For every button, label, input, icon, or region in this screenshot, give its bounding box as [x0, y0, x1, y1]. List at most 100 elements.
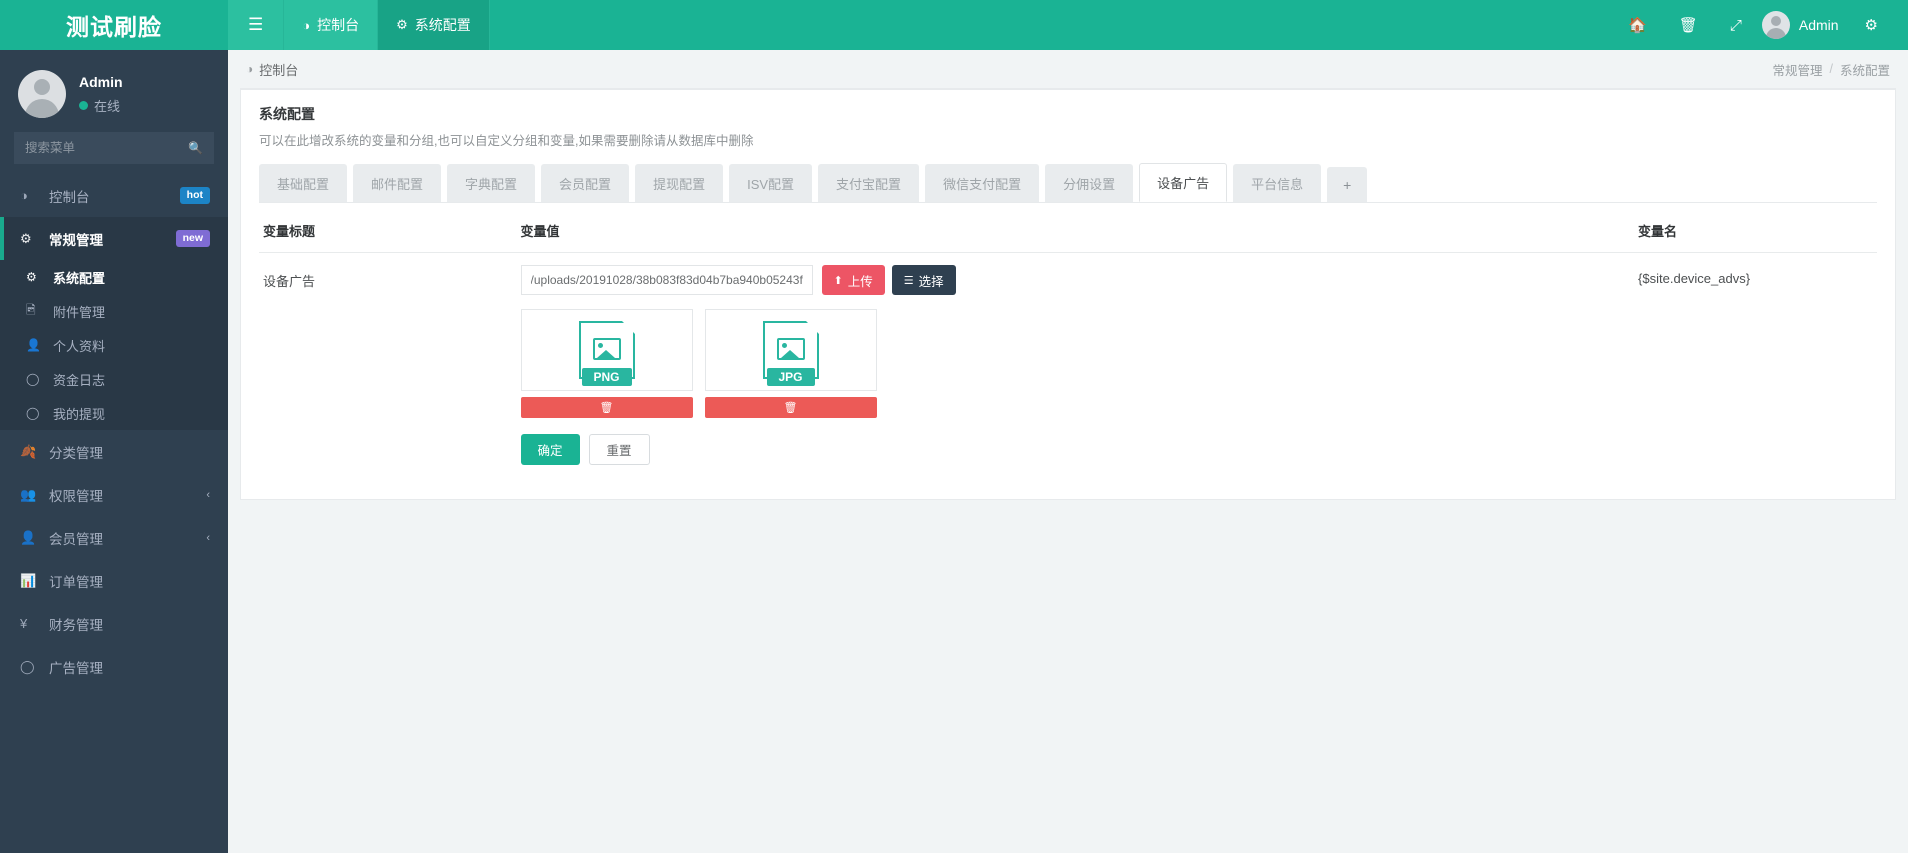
bar-chart-icon: 📊 [20, 572, 37, 588]
reset-button[interactable]: 重置 [588, 434, 650, 465]
sidebar-item-category-management[interactable]: 🍂 分类管理 [0, 430, 228, 473]
list-item: JPG 🗑 [704, 309, 877, 418]
confirm-button[interactable]: 确定 [520, 434, 580, 465]
sidebar-subitem-my-withdraw-label: 我的提现 [53, 406, 106, 422]
sidebar-item-general-management[interactable]: ⚙ 常规管理 new [0, 217, 228, 260]
sidebar-subitem-fund-log-label: 资金日志 [53, 372, 106, 388]
tab-dict-config[interactable]: 字典配置 [447, 164, 536, 202]
cell-var-title: 设备广告 [259, 253, 517, 500]
leaf-icon: 🍂 [20, 443, 37, 459]
sidebar-item-ad-management[interactable]: ◯ 广告管理 [0, 645, 228, 688]
dashboard-icon: ◑ [20, 188, 28, 203]
tab-withdraw-config[interactable]: 提现配置 [635, 164, 724, 202]
column-header-var-title: 变量标题 [259, 211, 517, 253]
home-icon[interactable]: 🏠 [1612, 0, 1663, 50]
upload-icon: ⬆ [833, 274, 843, 287]
upload-button-label: 上传 [847, 274, 873, 289]
sidebar-item-finance-management[interactable]: ¥ 财务管理 [0, 602, 228, 645]
sidebar-subitem-attachment[interactable]: 🖻 附件管理 [0, 294, 228, 328]
top-nav-tab-system-config[interactable]: ⚙ 系统配置 [378, 0, 490, 50]
config-table: 变量标题 变量值 变量名 设备广告 /uploads/20191028/38b0… [259, 211, 1877, 499]
circle-icon: ◯ [20, 658, 35, 674]
picture-glyph-icon [592, 338, 621, 360]
file-preview-card-png[interactable]: PNG [520, 309, 693, 391]
delete-file-button-jpg[interactable]: 🗑 [704, 397, 877, 418]
sidebar-item-finance-management-label: 财务管理 [49, 617, 103, 633]
var-name-label: {$site.device_advs} [1638, 271, 1751, 286]
sidebar-item-ad-management-label: 广告管理 [49, 660, 103, 676]
sidebar-menu: ◑ 控制台 hot ⚙ 常规管理 new ⚙ 系统配置 🖻 附件管理 👤 个人资… [0, 174, 228, 688]
breadcrumb-current-label: 系统配置 [1839, 63, 1890, 78]
upload-button[interactable]: ⬆ 上传 [821, 265, 885, 295]
user-menu[interactable]: Admin [1758, 11, 1849, 39]
gears-icon[interactable]: ⚙ [1849, 0, 1894, 50]
users-icon: 👥 [20, 486, 37, 502]
circle-icon: ◯ [26, 372, 40, 386]
file-type-badge: JPG [766, 368, 815, 386]
file-preview-card-jpg[interactable]: JPG [704, 309, 877, 391]
online-dot-icon [79, 101, 88, 110]
sidebar-subitem-profile[interactable]: 👤 个人资料 [0, 328, 228, 362]
system-config-panel: 系统配置 可以在此增改系统的变量和分组,也可以自定义分组和变量,如果需要删除请从… [240, 88, 1896, 500]
badge-new: new [175, 229, 210, 248]
breadcrumb-separator: / [1829, 62, 1833, 76]
sidebar-profile-info: Admin 在线 [79, 70, 123, 115]
table-body: 设备广告 ⬆ 上传 ☰ 选择 [259, 253, 1877, 500]
user-name-label: Admin [1798, 17, 1839, 33]
main-content: ◑ 控制台 常规管理 / 系统配置 系统配置 可以在此增改系统的变量和分组,也可… [228, 50, 1908, 853]
select-button-label: 选择 [918, 274, 944, 289]
chevron-left-icon: ‹ [206, 531, 210, 544]
sidebar-submenu-general: ⚙ 系统配置 🖻 附件管理 👤 个人资料 ◯ 资金日志 ◯ 我的提现 [0, 260, 228, 430]
sidebar-subitem-system-config-label: 系统配置 [53, 270, 106, 286]
id-card-icon: 👤 [20, 529, 37, 545]
sidebar: Admin 在线 🔍 ◑ 控制台 hot ⚙ 常规管理 new ⚙ 系统配置 [0, 50, 228, 853]
select-button[interactable]: ☰ 选择 [891, 265, 956, 295]
tab-mail-config[interactable]: 邮件配置 [353, 164, 442, 202]
avatar [1761, 11, 1790, 39]
tab-wechat-pay-config[interactable]: 微信支付配置 [925, 164, 1040, 202]
file-image-icon: 🖻 [26, 302, 36, 317]
sidebar-user-status: 在线 [79, 96, 123, 115]
breadcrumb-right: 常规管理 / 系统配置 [1772, 60, 1890, 79]
tab-basic-config[interactable]: 基础配置 [259, 164, 348, 202]
trash-icon[interactable]: 🗑 [1663, 0, 1714, 50]
tab-member-config[interactable]: 会员配置 [541, 164, 630, 202]
sidebar-item-console-label: 控制台 [49, 189, 90, 205]
sidebar-item-console[interactable]: ◑ 控制台 hot [0, 174, 228, 217]
search-input[interactable] [25, 141, 189, 155]
delete-file-button-png[interactable]: 🗑 [520, 397, 693, 418]
config-table-area: 变量标题 变量值 变量名 设备广告 /uploads/20191028/38b0… [241, 203, 1895, 499]
tab-commission-config[interactable]: 分佣设置 [1045, 164, 1134, 202]
app-logo-text: 测试刷脸 [66, 14, 162, 40]
sidebar-item-permission-management[interactable]: 👥 权限管理 ‹ [0, 473, 228, 516]
tab-alipay-config[interactable]: 支付宝配置 [818, 164, 920, 202]
avatar [18, 70, 66, 118]
sidebar-item-member-management[interactable]: 👤 会员管理 ‹ [0, 516, 228, 559]
sidebar-search-wrapper: 🔍 [0, 132, 228, 174]
list-item: PNG 🗑 [520, 309, 693, 418]
sidebar-toggle-button[interactable]: ☰ [228, 0, 285, 50]
breadcrumb: ◑ 控制台 常规管理 / 系统配置 [228, 50, 1908, 88]
cell-var-name: {$site.device_advs} [1634, 253, 1877, 500]
top-nav-left: ☰ ◑ 控制台 ⚙ 系统配置 [228, 0, 490, 50]
breadcrumb-left-label[interactable]: 控制台 [259, 60, 298, 79]
tab-add-button[interactable]: + [1327, 167, 1368, 202]
device-ads-path-input[interactable] [520, 265, 813, 295]
picture-glyph-icon [776, 338, 805, 360]
fullscreen-icon[interactable]: ⤢ [1714, 0, 1758, 50]
top-nav-tab-console[interactable]: ◑ 控制台 [284, 0, 379, 50]
sidebar-search-box[interactable]: 🔍 [14, 132, 214, 164]
sidebar-item-order-management[interactable]: 📊 订单管理 [0, 559, 228, 602]
sidebar-subitem-fund-log[interactable]: ◯ 资金日志 [0, 362, 228, 396]
breadcrumb-parent-label[interactable]: 常规管理 [1772, 60, 1822, 79]
tab-device-ads[interactable]: 设备广告 [1139, 163, 1228, 202]
tab-platform-info[interactable]: 平台信息 [1233, 164, 1322, 202]
tab-isv-config[interactable]: ISV配置 [729, 164, 813, 202]
list-icon: ☰ [903, 274, 914, 287]
sidebar-subitem-system-config[interactable]: ⚙ 系统配置 [0, 260, 228, 294]
sidebar-subitem-my-withdraw[interactable]: ◯ 我的提现 [0, 396, 228, 430]
sidebar-profile: Admin 在线 [0, 50, 228, 132]
search-icon[interactable]: 🔍 [188, 141, 203, 155]
uploaded-files-list: PNG 🗑 JPG 🗑 [520, 309, 1631, 418]
cell-var-value: ⬆ 上传 ☰ 选择 [517, 253, 1635, 500]
